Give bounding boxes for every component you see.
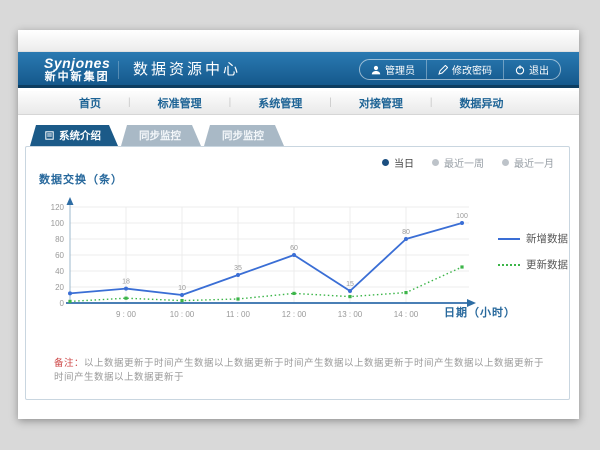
radio-label: 最近一月 <box>514 155 554 170</box>
radio-label: 最近一周 <box>444 155 484 170</box>
svg-text:20: 20 <box>55 283 64 292</box>
user-icon <box>371 65 381 75</box>
svg-text:60: 60 <box>55 251 64 260</box>
legend-label: 更新数据 <box>526 257 568 272</box>
svg-text:35: 35 <box>234 265 242 272</box>
nav-item-interface-mgmt[interactable]: 对接管理 <box>332 95 430 111</box>
svg-text:100: 100 <box>456 213 468 220</box>
brand-name-cn: 新中新集团 <box>44 71 110 84</box>
svg-text:15: 15 <box>346 281 354 288</box>
edit-icon <box>438 65 448 75</box>
radio-dot-icon <box>502 159 509 166</box>
tab-sync-monitor-2[interactable]: 同步监控 <box>204 125 284 146</box>
svg-text:13 : 00: 13 : 00 <box>338 310 363 319</box>
footnote-text: 以上数据更新于时间产生数据以上数据更新于时间产生数据以上数据更新于时间产生数据以… <box>54 358 544 383</box>
chart-panel: 当日 最近一周 最近一月 数据交换（条） 0 20 40 60 80 100 120 9 : … <box>25 146 570 400</box>
current-user-label: 管理员 <box>385 62 415 77</box>
footnote: 备注：以上数据更新于时间产生数据以上数据更新于时间产生数据以上数据更新于时间产生… <box>54 355 554 383</box>
svg-text:10 : 00: 10 : 00 <box>170 310 195 319</box>
change-password-button[interactable]: 修改密码 <box>426 60 503 79</box>
time-range-filter: 当日 最近一周 最近一月 <box>382 155 554 170</box>
legend-label: 新增数据 <box>526 231 568 246</box>
radio-label: 当日 <box>394 155 414 170</box>
brand-name: Synjones <box>44 55 110 71</box>
svg-text:18: 18 <box>122 279 130 286</box>
svg-text:80: 80 <box>402 229 410 236</box>
screen: Synjones 新中新集团 数据资源中心 管理员 修改密码 <box>0 0 600 450</box>
logout-button[interactable]: 退出 <box>503 60 560 79</box>
power-icon <box>515 65 525 75</box>
tab-label: 同步监控 <box>139 128 181 143</box>
svg-text:12 : 00: 12 : 00 <box>282 310 307 319</box>
main-nav: 首页| 标准管理| 系统管理| 对接管理| 数据异动 <box>18 91 579 115</box>
page-title: 数据资源中心 <box>118 61 241 79</box>
tab-label: 同步监控 <box>222 128 264 143</box>
brand-logo: Synjones 新中新集团 <box>44 55 110 84</box>
legend-item-update-data[interactable]: 更新数据 <box>498 257 568 272</box>
logout-label: 退出 <box>529 62 549 77</box>
x-axis-title: 日期（小时） <box>444 304 516 320</box>
browser-chrome-strip <box>18 30 579 52</box>
legend-item-new-data[interactable]: 新增数据 <box>498 231 568 246</box>
svg-text:100: 100 <box>51 219 65 228</box>
tab-sync-monitor-1[interactable]: 同步监控 <box>121 125 201 146</box>
document-icon <box>45 131 54 140</box>
tab-label: 系统介绍 <box>59 128 101 143</box>
solid-line-swatch-icon <box>498 238 520 240</box>
svg-text:60: 60 <box>290 245 298 252</box>
app-header: Synjones 新中新集团 数据资源中心 管理员 修改密码 <box>18 52 579 88</box>
nav-item-data-change[interactable]: 数据异动 <box>432 95 530 111</box>
app-window: Synjones 新中新集团 数据资源中心 管理员 修改密码 <box>18 30 579 419</box>
series-legend: 新增数据 更新数据 <box>498 231 568 272</box>
svg-text:40: 40 <box>55 267 64 276</box>
svg-text:9 : 00: 9 : 00 <box>116 310 137 319</box>
radio-dot-icon <box>432 159 439 166</box>
tab-bar: 系统介绍 同步监控 同步监控 <box>30 125 284 146</box>
current-user-button[interactable]: 管理员 <box>360 60 426 79</box>
user-toolbar: 管理员 修改密码 退出 <box>359 59 561 80</box>
svg-text:10: 10 <box>178 285 186 292</box>
radio-last-week[interactable]: 最近一周 <box>432 155 484 170</box>
svg-text:120: 120 <box>51 203 65 212</box>
radio-dot-icon <box>382 159 389 166</box>
dotted-line-swatch-icon <box>498 264 520 266</box>
nav-item-standard-mgmt[interactable]: 标准管理 <box>131 95 229 111</box>
svg-text:80: 80 <box>55 235 64 244</box>
footnote-prefix: 备注： <box>54 358 84 369</box>
svg-text:0: 0 <box>60 299 65 308</box>
nav-item-home[interactable]: 首页 <box>52 95 128 111</box>
svg-text:14 : 00: 14 : 00 <box>394 310 419 319</box>
radio-last-month[interactable]: 最近一月 <box>502 155 554 170</box>
tab-system-intro[interactable]: 系统介绍 <box>30 125 118 146</box>
radio-today[interactable]: 当日 <box>382 155 414 170</box>
y-axis-title: 数据交换（条） <box>39 171 123 187</box>
nav-item-system-mgmt[interactable]: 系统管理 <box>231 95 329 111</box>
svg-text:11 : 00: 11 : 00 <box>226 310 250 319</box>
change-password-label: 修改密码 <box>452 62 492 77</box>
